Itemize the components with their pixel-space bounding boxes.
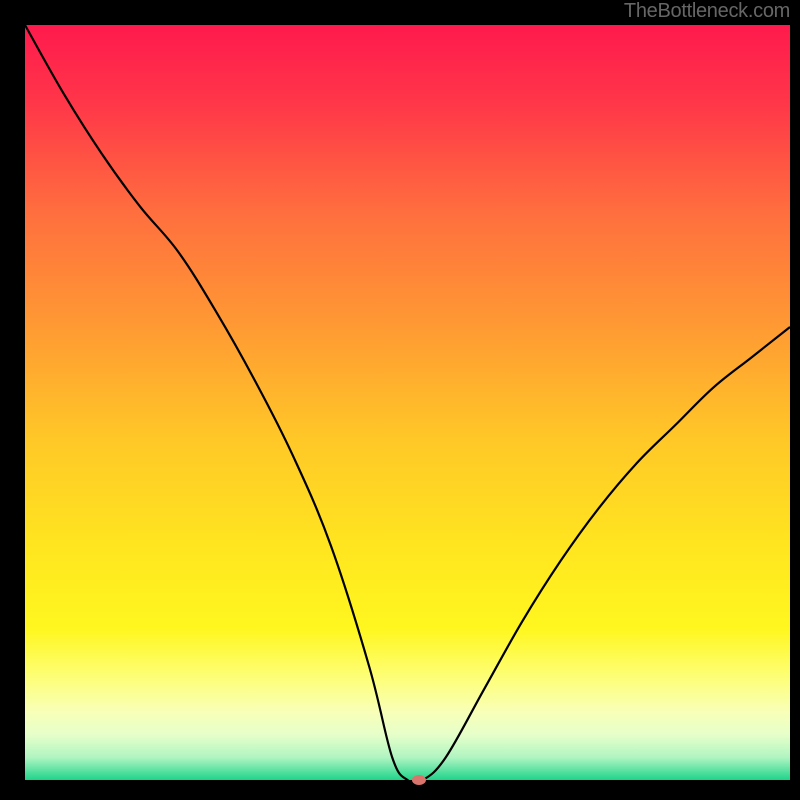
chart-container: TheBottleneck.com <box>0 0 800 800</box>
bottleneck-chart <box>0 0 800 800</box>
watermark-text: TheBottleneck.com <box>624 0 790 23</box>
optimal-marker <box>412 775 426 785</box>
chart-background <box>25 25 790 780</box>
